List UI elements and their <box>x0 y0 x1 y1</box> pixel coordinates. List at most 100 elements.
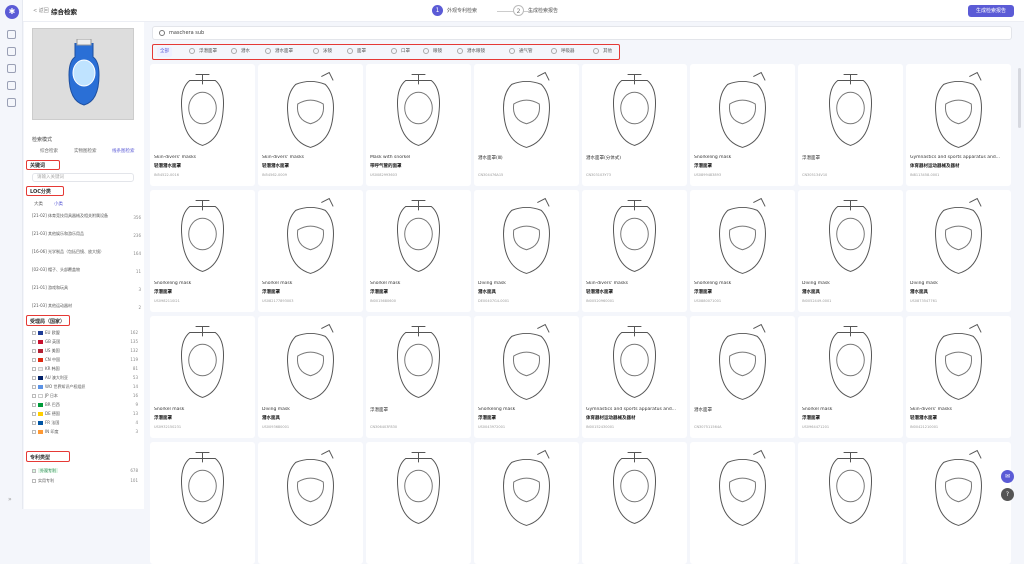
result-card[interactable]: Diving mask 潜水面具 US0873547761 <box>906 190 1011 312</box>
result-card[interactable]: Snorkeling mask 浮潜面罩 US0899483893 <box>690 64 795 186</box>
filter-chip[interactable]: 呼吸器 <box>548 47 578 57</box>
type-row[interactable]: 实用专利 101 <box>32 478 144 485</box>
mask-drawing-image <box>719 197 766 274</box>
filter-chip[interactable]: 泳镜 <box>310 47 335 57</box>
result-card[interactable]: Gymnastics and sports apparatus and... 体育… <box>906 64 1011 186</box>
scrollbar[interactable] <box>1018 68 1021 128</box>
country-row[interactable]: EU 欧盟 162 <box>32 330 144 337</box>
result-card[interactable]: Diving mask 潜水面具 DE00407G4-0001 <box>474 190 579 312</box>
chart-icon[interactable] <box>7 81 16 90</box>
filter-chip[interactable]: 潜水面罩 <box>262 47 296 57</box>
left-rail: ✱ » <box>0 0 23 509</box>
result-card[interactable] <box>150 442 255 564</box>
expand-icon[interactable]: » <box>8 496 12 503</box>
country-row[interactable]: FR 法国 4 <box>32 420 144 427</box>
step-2-label: 生成检索报告 <box>528 8 559 14</box>
loc-item[interactable]: [21-03] 其他运动器材 2 <box>32 303 144 310</box>
loc-item[interactable]: [02-03] 帽子、头部覆盖物 11 <box>32 267 144 274</box>
result-card[interactable]: Skin-divers' masks 轻潜潜水面罩 IN54522-0016 <box>150 64 255 186</box>
back-link[interactable]: < 返回 <box>33 7 49 14</box>
loc-tab-minor[interactable]: 小类 <box>54 201 63 207</box>
query-image[interactable] <box>32 28 134 120</box>
result-card[interactable] <box>690 442 795 564</box>
filter-chip[interactable]: 通气管 <box>506 47 536 57</box>
result-card[interactable]: 潜水面罩(分体式) CN303103Y73 <box>582 64 687 186</box>
filter-chip[interactable]: 潜水眼镜 <box>454 47 488 57</box>
country-row[interactable]: WO 世界知识产权组织 14 <box>32 384 144 391</box>
filter-chip[interactable]: 其他 <box>590 47 615 57</box>
loc-tab-major[interactable]: 大类 <box>34 201 43 207</box>
filter-chip[interactable]: 口罩 <box>388 47 413 57</box>
flag-icon <box>38 394 43 398</box>
result-card[interactable]: Diving mask 潜水面具 US0093680001 <box>258 316 363 438</box>
result-card[interactable]: Snorkeling mask 浮潜面罩 US0982110I21 <box>150 190 255 312</box>
result-card[interactable] <box>366 442 471 564</box>
country-row[interactable]: DE 德国 13 <box>32 411 144 418</box>
loc-item[interactable]: [21-02] 体育竞技用具器械及相关附属设备 356 <box>32 213 144 220</box>
mode-option-2[interactable]: 实物图检索 <box>74 148 97 154</box>
search-icon[interactable] <box>7 47 16 56</box>
mask-drawing-image <box>829 452 872 524</box>
result-card[interactable] <box>906 442 1011 564</box>
card-title-en: Skin-divers' masks <box>262 155 305 160</box>
result-card[interactable]: Skin-divers' masks 轻潜潜水面罩 IN00421210001 <box>906 316 1011 438</box>
chat-button[interactable]: ✉ <box>1001 470 1014 483</box>
result-card[interactable]: 浮潜面罩 CN305134V10 <box>798 64 903 186</box>
keyword-input[interactable]: 请输入关键词 <box>32 173 134 182</box>
country-row[interactable]: IN 印度 3 <box>32 429 144 436</box>
step-2[interactable]: 2 生成检索报告 <box>513 5 558 16</box>
loc-item[interactable]: [21-01] 游戏和玩具 3 <box>32 285 144 292</box>
result-card[interactable]: Snorkeling mask 浮潜面罩 US0043972001 <box>474 316 579 438</box>
result-card[interactable]: Snorkel mask 浮潜面罩 IN0015680600 <box>366 190 471 312</box>
type-row[interactable]: 外观专利 678 <box>32 468 144 475</box>
card-title-en: Snorkeling mask <box>694 281 732 286</box>
generate-report-button[interactable]: 生成检索报告 <box>967 5 1014 17</box>
result-card[interactable] <box>474 442 579 564</box>
document-icon[interactable] <box>7 64 16 73</box>
result-card[interactable]: Diving mask 潜水面具 IN0052449-0001 <box>798 190 903 312</box>
filter-chip[interactable]: 眼镜 <box>420 47 445 57</box>
mode-option-3[interactable]: 线条图检索 <box>112 148 135 154</box>
result-card[interactable] <box>258 442 363 564</box>
filter-chip[interactable]: 面罩 <box>344 47 369 57</box>
country-row[interactable]: JP 日本 16 <box>32 393 144 400</box>
flag-icon <box>38 349 43 353</box>
result-card[interactable] <box>582 442 687 564</box>
card-title-en: Gymnastics and sports apparatus and... <box>910 155 1000 160</box>
search-input[interactable]: maschera sub <box>152 26 1012 40</box>
result-card[interactable]: Snorkel mask 浮潜面罩 US0932150231 <box>150 316 255 438</box>
mode-option-1[interactable]: 综合检索 <box>40 148 58 154</box>
card-title-cn: 浮潜面罩 <box>262 290 280 295</box>
result-card[interactable]: 浮潜面罩 CN306403F830 <box>366 316 471 438</box>
app-logo-icon[interactable]: ✱ <box>5 5 19 19</box>
result-card[interactable]: Gymnastics and sports apparatus and... 体育… <box>582 316 687 438</box>
result-card[interactable]: Mask with snorkel 带呼气管的面罩 US0082993603 <box>366 64 471 186</box>
result-card[interactable]: Snorkel mask 浮潜面罩 US0964471201 <box>798 316 903 438</box>
settings-icon[interactable] <box>7 98 16 107</box>
result-card[interactable]: Snorkeling mask 浮潜面罩 US0880071001 <box>690 190 795 312</box>
filter-chip[interactable]: 潜水 <box>228 47 253 57</box>
result-card[interactable]: Skin-divers' masks 轻潜潜水面罩 IN00520960001 <box>582 190 687 312</box>
country-row[interactable]: CN 中国 119 <box>32 357 144 364</box>
card-patent-number: CN307511564A <box>694 425 722 429</box>
result-card[interactable]: Skin-divers' masks 轻潜潜水面罩 IN54562-0009 <box>258 64 363 186</box>
flag-icon <box>38 340 43 344</box>
search-query: maschera sub <box>169 30 205 36</box>
country-row[interactable]: AU 澳大利亚 53 <box>32 375 144 382</box>
loc-item[interactable]: [16-06] 光学制品（包括目镜、放大镜） 164 <box>32 249 144 256</box>
country-row[interactable]: KR 韩国 81 <box>32 366 144 373</box>
help-button[interactable]: ? <box>1001 488 1014 501</box>
filter-chip-all[interactable]: 全部 <box>157 47 172 57</box>
result-card[interactable]: 潜水面罩(Ⅲ) CN304476A15 <box>474 64 579 186</box>
country-row[interactable]: BR 巴西 9 <box>32 402 144 409</box>
step-1[interactable]: 1 外观专利检索 <box>432 5 477 16</box>
country-row[interactable]: GB 英国 135 <box>32 339 144 346</box>
result-card[interactable]: 潜水面罩 CN307511564A <box>690 316 795 438</box>
result-card[interactable] <box>798 442 903 564</box>
filter-chip[interactable]: 浮潜面罩 <box>186 47 220 57</box>
loc-item[interactable]: [21-03] 其他娱乐和游乐用品 236 <box>32 231 144 238</box>
result-card[interactable]: Snorkel mask 浮潜面罩 US082177893003 <box>258 190 363 312</box>
country-row[interactable]: US 美国 132 <box>32 348 144 355</box>
home-icon[interactable] <box>7 30 16 39</box>
card-title-en: 浮潜面罩 <box>370 408 388 413</box>
